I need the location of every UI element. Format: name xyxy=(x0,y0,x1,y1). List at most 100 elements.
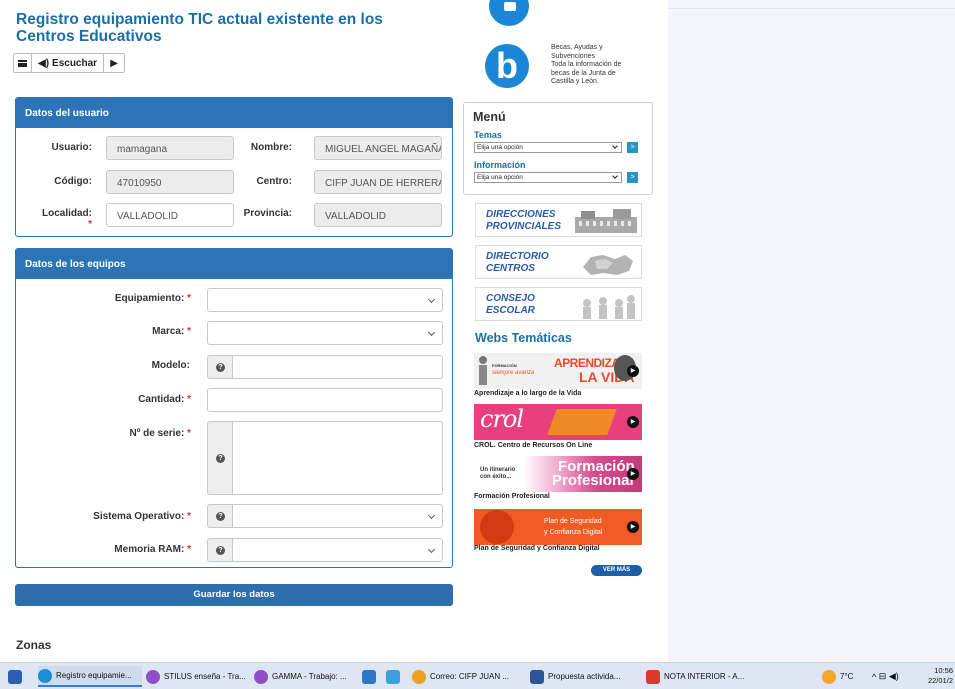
banner-small-text: Un itinerario con éxito... xyxy=(480,467,515,481)
so-select[interactable] xyxy=(232,504,443,528)
usuario-field[interactable]: mamagana xyxy=(106,136,234,160)
arrow-icon xyxy=(504,2,516,11)
help-icon: ? xyxy=(216,453,225,463)
fp-banner[interactable]: Un itinerario con éxito... Formación Pro… xyxy=(474,456,642,492)
taskbar-item-correo[interactable]: Correo: CIFP JUAN ... xyxy=(412,666,524,687)
save-button[interactable]: Guardar los datos xyxy=(15,584,453,606)
blank-area xyxy=(668,0,955,662)
play-icon: ▶ xyxy=(627,365,639,377)
temas-select[interactable]: Elija una opción xyxy=(474,142,622,153)
informacion-select[interactable]: Elija una opción xyxy=(474,172,622,183)
main-page: Registro equipamiento TIC actual existen… xyxy=(0,0,668,662)
quick-link-line: DIRECTORIO xyxy=(486,251,549,262)
centro-field[interactable]: CIFP JUAN DE HERRERA xyxy=(314,170,442,194)
becas-desc-3: Castilla y León. xyxy=(551,78,599,86)
quick-link-line: DIRECCIONES xyxy=(486,209,556,220)
volume-icon: ◀) xyxy=(888,671,899,681)
network-icon: ⊟ xyxy=(878,671,887,681)
chevron-up-icon: ^ xyxy=(872,671,877,682)
browser-icon xyxy=(254,669,268,684)
serie-textarea[interactable] xyxy=(232,421,443,495)
taskbar-item-gamma[interactable]: GAMMA - Trabajo: ... xyxy=(254,666,354,687)
serie-help[interactable]: ? xyxy=(207,421,233,495)
provincia-label: Provincia: xyxy=(243,208,292,219)
taskbar-item-stilus[interactable]: STILUS enseña - Tra... xyxy=(146,666,246,687)
seguridad-banner[interactable]: Plan de Seguridad y Confianza Digital ▶ xyxy=(474,509,642,545)
directorio-centros-link[interactable]: DIRECTORIO CENTROS xyxy=(475,245,642,279)
modelo-input[interactable] xyxy=(232,355,443,379)
temas-go-button[interactable]: > xyxy=(627,142,638,153)
taskbar-app[interactable] xyxy=(386,666,404,687)
informacion-label: Información xyxy=(474,160,526,170)
weather-icon xyxy=(822,669,836,684)
listen-menu-button[interactable] xyxy=(14,54,32,72)
required-mark: * xyxy=(187,394,191,405)
taskbar-item-label: STILUS enseña - Tra... xyxy=(164,672,246,681)
direcciones-provinciales-link[interactable]: DIRECCIONES PROVINCIALES xyxy=(475,203,642,237)
banner-small-text: FORMACIÓN xyxy=(492,363,517,368)
crol-logo: crol xyxy=(480,405,524,433)
windows-icon xyxy=(8,669,22,684)
aprendizaje-banner[interactable]: FORMACIÓN siempre avanza APRENDIZAJE LA … xyxy=(474,353,642,389)
system-tray[interactable]: ^ ⊟ ◀) xyxy=(872,666,899,687)
edge-icon xyxy=(38,668,52,683)
help-icon: ? xyxy=(216,362,225,372)
crol-banner[interactable]: crol ▶ xyxy=(474,404,642,440)
banner-small-line: Un itinerario xyxy=(480,467,516,473)
zonas-heading: Zonas xyxy=(16,638,52,652)
marca-label-text: Marca: xyxy=(152,326,185,337)
clock-time: 10:56 xyxy=(934,666,953,675)
clock[interactable]: 10:56 22/01/2 xyxy=(928,666,953,686)
taskbar-item-nota[interactable]: NOTA INTERIOR - A... xyxy=(646,666,750,687)
weather-widget[interactable]: 7°C xyxy=(822,666,853,687)
temperature-label: 7°C xyxy=(840,672,854,681)
marca-select[interactable] xyxy=(207,321,443,345)
app-icon xyxy=(386,669,400,684)
listen-button[interactable]: ◀) Escuchar xyxy=(32,54,105,72)
ram-help[interactable]: ? xyxy=(207,538,233,562)
banner-headline: Profesional xyxy=(552,472,634,489)
so-label-text: Sistema Operativo: xyxy=(93,511,185,522)
ram-select[interactable] xyxy=(232,538,443,562)
so-help[interactable]: ? xyxy=(207,504,233,528)
divider xyxy=(668,8,955,9)
consejo-escolar-link[interactable]: CONSEJO ESCOLAR xyxy=(475,287,642,321)
localidad-field[interactable]: VALLADOLID xyxy=(106,203,234,227)
codigo-field[interactable]: 47010950 xyxy=(106,170,234,194)
codigo-label: Código: xyxy=(54,176,92,187)
play-button[interactable]: ▶ xyxy=(104,54,124,72)
becas-logo[interactable]: b xyxy=(485,44,529,88)
marca-label: Marca: * xyxy=(36,326,191,337)
provincia-field[interactable]: VALLADOLID xyxy=(314,203,442,227)
nombre-field[interactable]: MIGUEL ANGEL MAGAÑA / xyxy=(314,136,442,160)
taskbar-item-registro[interactable]: Registro equipamie... xyxy=(38,666,142,687)
informacion-go-button[interactable]: > xyxy=(627,172,638,183)
quick-link-line: PROVINCIALES xyxy=(486,220,562,232)
localidad-label: Localidad: * xyxy=(36,208,92,230)
user-data-panel: Datos del usuario Usuario: mamagana Nomb… xyxy=(15,97,453,237)
modelo-help[interactable]: ? xyxy=(207,355,233,379)
becas-text[interactable]: Becas, Ayudas y Subvenciones Toda la inf… xyxy=(551,44,641,87)
start-button[interactable] xyxy=(8,666,22,687)
banner-caption[interactable]: Aprendizaje a lo largo de la Vida xyxy=(474,390,581,397)
hamburger-icon xyxy=(18,59,27,67)
taskbar-mail[interactable] xyxy=(362,666,380,687)
banner-caption[interactable]: Formación Profesional xyxy=(474,493,550,500)
required-mark: * xyxy=(187,428,191,439)
becas-title-2: Subvenciones xyxy=(551,52,595,60)
banner-caption[interactable]: CROL. Centro de Recursos On Line xyxy=(474,442,592,449)
top-service-logo[interactable] xyxy=(489,0,529,26)
equipamiento-select[interactable] xyxy=(207,288,443,312)
serie-label: Nº de serie: * xyxy=(36,428,191,439)
banner-text: y Confianza Digital xyxy=(544,529,603,536)
ver-mas-button[interactable]: VER MÁS xyxy=(591,565,642,576)
required-mark: * xyxy=(88,219,92,230)
banner-caption[interactable]: Plan de Seguridad y Confianza Digital xyxy=(474,545,600,552)
nombre-label: Nombre: xyxy=(250,142,292,153)
cantidad-input[interactable] xyxy=(207,388,443,412)
taskbar-item-propuesta[interactable]: Propuesta activida... xyxy=(530,666,636,687)
user-panel-heading: Datos del usuario xyxy=(16,98,452,128)
word-icon xyxy=(530,669,544,684)
required-mark: * xyxy=(187,511,191,522)
taskbar-item-label: Registro equipamie... xyxy=(56,671,132,680)
